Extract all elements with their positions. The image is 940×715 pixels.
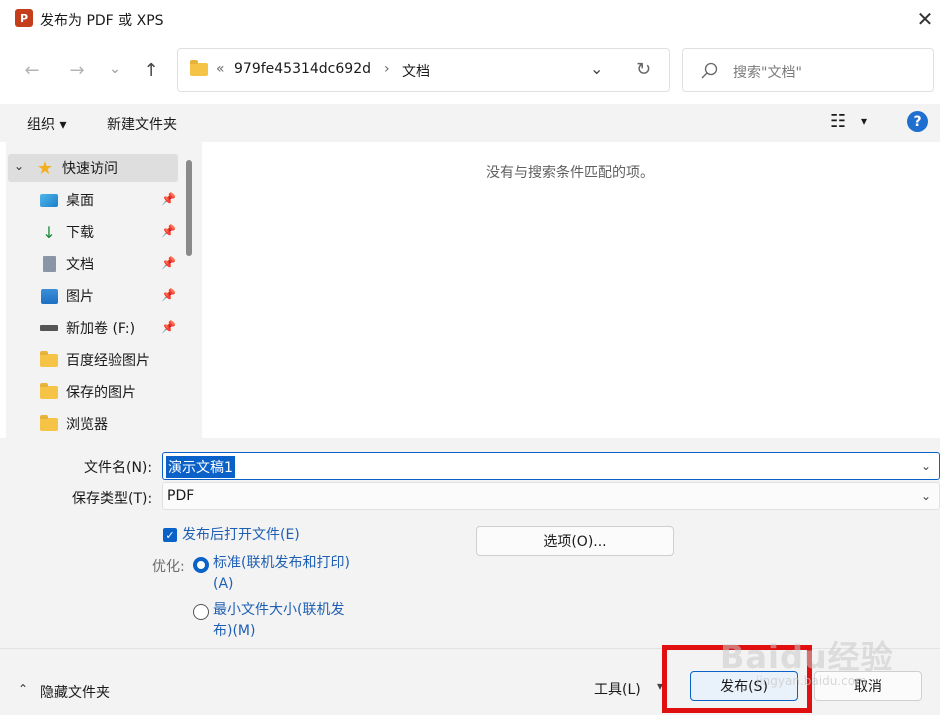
sidebar-item-browser[interactable]: 浏览器 (40, 412, 108, 436)
empty-message: 没有与搜索条件匹配的项。 (486, 165, 654, 181)
help-icon[interactable]: ? (907, 111, 928, 132)
baidu-watermark: Baidu经验 (720, 638, 894, 676)
back-arrow-icon[interactable]: ← (18, 56, 46, 84)
close-icon[interactable]: ✕ (912, 6, 938, 32)
window-title: 发布为 PDF 或 XPS (40, 13, 164, 29)
breadcrumb-separator[interactable]: › (384, 61, 390, 77)
address-dropdown-icon[interactable]: ⌄ (590, 59, 603, 78)
filename-input[interactable]: 演示文稿1 ⌄ (162, 452, 940, 480)
pin-icon[interactable]: 📌 (161, 256, 176, 270)
breadcrumb-item-current[interactable]: 文档 (402, 61, 430, 81)
chevron-down-icon[interactable]: ⌄ (14, 159, 24, 173)
open-after-publish-label[interactable]: 发布后打开文件(E) (182, 525, 300, 546)
open-after-publish-checkbox[interactable]: ✓ (163, 528, 177, 542)
sidebar-item-downloads[interactable]: ↓ 下载 (40, 220, 94, 244)
folder-icon (40, 414, 58, 431)
sidebar-item-pictures[interactable]: 图片 (40, 284, 94, 308)
folder-icon (40, 350, 58, 367)
search-icon (701, 62, 718, 79)
search-input[interactable]: 搜索"文档" (682, 48, 934, 92)
standard-option-label[interactable]: 标准(联机发布和打印) (213, 553, 350, 574)
breadcrumb-item-parent[interactable]: 979fe45314dc692d (234, 61, 371, 77)
minimum-size-option-label-2[interactable]: 布)(M) (213, 621, 255, 642)
document-icon (40, 256, 58, 272)
address-bar[interactable]: « 979fe45314dc692d › 文档 ⌄ ↻ (177, 48, 670, 92)
drive-icon (40, 320, 58, 336)
sidebar-item-label: 图片 (66, 289, 94, 305)
pin-icon[interactable]: 📌 (161, 288, 176, 302)
minimum-size-radio[interactable] (193, 604, 209, 620)
filename-label: 文件名(N): (84, 460, 153, 476)
sidebar-item-documents[interactable]: 文档 (40, 252, 94, 276)
sidebar-item-label: 快速访问 (62, 161, 118, 177)
options-button[interactable]: 选项(O)... (476, 526, 674, 556)
baidu-watermark-url: jingyan.baidu.com (756, 674, 867, 688)
pin-icon[interactable]: 📌 (161, 224, 176, 238)
sidebar-item-label: 新加卷 (F:) (66, 321, 136, 337)
save-type-label: 保存类型(T): (72, 491, 153, 507)
sidebar-item-desktop[interactable]: 桌面 (40, 188, 94, 212)
standard-option-label-2[interactable]: (A) (213, 574, 234, 595)
download-icon: ↓ (42, 222, 56, 242)
chevron-down-icon[interactable]: ⌄ (921, 459, 931, 473)
sidebar-item-label: 百度经验图片 (66, 353, 150, 369)
file-list[interactable] (202, 142, 940, 438)
breadcrumb-overflow[interactable]: « (216, 61, 225, 77)
toolbar: 组织 ▾ 新建文件夹 ☷ ▾ ? (0, 104, 940, 142)
sidebar-item-label: 文档 (66, 257, 94, 273)
organize-menu[interactable]: 组织 ▾ (27, 114, 66, 134)
powerpoint-icon: P (15, 9, 33, 27)
up-arrow-icon[interactable]: ↑ (137, 56, 165, 84)
sidebar-item-baidu-pictures[interactable]: 百度经验图片 (40, 348, 150, 372)
minimum-size-option-label[interactable]: 最小文件大小(联机发 (213, 600, 344, 621)
optimize-label: 优化: (152, 559, 185, 575)
view-options-icon[interactable]: ☷ (830, 111, 846, 132)
sidebar-item-saved-pictures[interactable]: 保存的图片 (40, 380, 136, 404)
pin-icon[interactable]: 📌 (161, 320, 176, 334)
sidebar-item-label: 桌面 (66, 193, 94, 209)
recent-locations-icon[interactable]: ⌄ (101, 55, 129, 83)
view-dropdown-icon[interactable]: ▾ (861, 114, 867, 128)
standard-radio[interactable] (193, 557, 209, 573)
chevron-down-icon[interactable]: ⌄ (921, 489, 931, 503)
forward-arrow-icon[interactable]: → (63, 56, 91, 84)
sidebar-item-drive-f[interactable]: 新加卷 (F:) (40, 316, 135, 340)
folder-icon (190, 60, 208, 76)
refresh-icon[interactable]: ↻ (636, 59, 651, 80)
save-type-select[interactable]: PDF ⌄ (162, 482, 940, 510)
search-placeholder: 搜索"文档" (733, 65, 802, 81)
filename-value: 演示文稿1 (166, 456, 235, 478)
sidebar-item-quick-access[interactable]: ★ 快速访问 (36, 156, 118, 180)
sidebar-item-label: 下载 (66, 225, 94, 241)
save-type-value: PDF (167, 488, 195, 504)
navigation-scrollbar[interactable] (186, 160, 192, 256)
hide-folders-toggle[interactable]: 隐藏文件夹 (40, 682, 110, 702)
new-folder-button[interactable]: 新建文件夹 (107, 114, 177, 134)
folder-icon (40, 382, 58, 399)
desktop-icon (40, 192, 58, 208)
pin-icon[interactable]: 📌 (161, 192, 176, 206)
chevron-up-icon[interactable]: ⌃ (18, 682, 28, 696)
pictures-icon (40, 288, 58, 304)
sidebar-item-label: 浏览器 (66, 417, 108, 433)
sidebar-item-label: 保存的图片 (66, 385, 136, 401)
star-icon: ★ (36, 157, 54, 179)
tools-menu[interactable]: 工具(L) (594, 679, 641, 699)
